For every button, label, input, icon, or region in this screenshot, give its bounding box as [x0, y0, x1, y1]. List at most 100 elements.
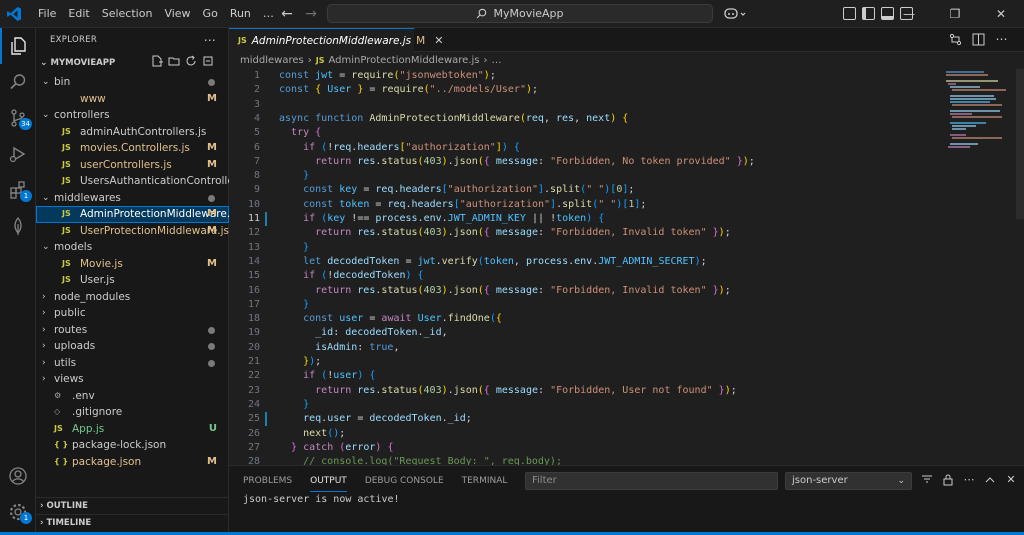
git-status-badge: M	[207, 208, 217, 219]
code-line: 7 return res.status(403).json({ message:…	[229, 155, 919, 169]
tree-folder[interactable]: › uploads	[36, 338, 229, 355]
code-line: 23 return res.status(403).json({ message…	[229, 384, 919, 398]
tree-file[interactable]: JS App.js U	[36, 421, 229, 438]
window-controls: — ❐ ✕	[886, 0, 1024, 28]
line-number: 11	[247, 213, 260, 224]
menu-item-selection[interactable]: Selection	[96, 0, 159, 28]
code-text: return res.status(403).json({ message: "…	[315, 227, 731, 239]
new-folder-icon[interactable]	[168, 55, 180, 67]
minimize-icon[interactable]: —	[886, 0, 932, 28]
tree-folder[interactable]: ⌄ models	[36, 239, 229, 256]
lock-scroll-icon[interactable]	[942, 474, 954, 486]
line-number: 25	[247, 413, 260, 425]
tab-admin-protection-middleware[interactable]: JS AdminProtectionMiddleware.js M ✕	[229, 28, 443, 52]
tree-file[interactable]: www M	[36, 91, 229, 108]
tree-file[interactable]: JS adminAuthControllers.js	[36, 124, 229, 141]
run-debug-icon[interactable]	[0, 136, 36, 172]
line-number: 26	[247, 427, 260, 439]
javascript-file-icon: JS	[62, 159, 71, 169]
close-tab-icon[interactable]: ✕	[434, 34, 443, 47]
search-view-icon[interactable]	[0, 64, 36, 100]
split-editor-icon[interactable]	[972, 33, 985, 46]
menu-item-go[interactable]: Go	[197, 0, 224, 28]
code-text: isAdmin: true,	[315, 341, 400, 353]
code-text: _id: decodedToken._id,	[315, 327, 448, 339]
back-arrow-icon[interactable]: ←	[279, 6, 295, 22]
tree-file[interactable]: JS UsersAuthanticationController.js	[36, 173, 249, 190]
output-filter-input[interactable]: Filter	[525, 472, 778, 490]
tree-file[interactable]: { } package.json M	[36, 454, 229, 471]
tree-folder[interactable]: ⌄ middlewares	[36, 190, 229, 207]
chevron-right-icon: ›	[42, 357, 46, 368]
code-line: 15 if (!decodedToken) {	[229, 269, 919, 283]
refresh-icon[interactable]	[185, 55, 197, 67]
menu-item-file[interactable]: File	[32, 0, 62, 28]
new-file-icon[interactable]	[151, 55, 163, 67]
restore-icon[interactable]: ❐	[932, 0, 978, 28]
breadcrumb-symbol[interactable]: …	[491, 52, 501, 69]
line-number: 17	[247, 298, 260, 310]
forward-arrow-icon[interactable]: →	[303, 6, 319, 22]
extensions-icon[interactable]: 1	[0, 172, 36, 208]
more-actions-icon[interactable]: ⋯	[204, 28, 216, 52]
tree-file[interactable]: JS userControllers.js M	[36, 157, 229, 174]
code-editor[interactable]: 1 const jwt = require("jsonwebtoken"); 2 co…	[229, 69, 919, 465]
tree-folder[interactable]: › routes	[36, 322, 229, 339]
javascript-file-icon: JS	[62, 143, 71, 152]
accounts-icon[interactable]	[0, 458, 36, 494]
maximize-panel-icon[interactable]	[984, 474, 996, 486]
customize-layout-icon[interactable]	[843, 7, 856, 20]
tree-folder[interactable]: › views	[36, 371, 229, 388]
tree-folder[interactable]: › public	[36, 305, 229, 322]
tree-folder[interactable]: › utils	[36, 355, 229, 372]
output-channel-select[interactable]: json-server ⌄	[785, 472, 912, 490]
collapse-all-icon[interactable]	[202, 55, 214, 67]
more-panel-actions-icon[interactable]: ⋯	[963, 474, 975, 486]
tree-file[interactable]: JS movies.Controllers.js M	[36, 140, 229, 157]
tab-problems[interactable]: PROBLEMS	[243, 474, 292, 492]
tree-file[interactable]: JS UserProtectionMiddleware.js M	[36, 223, 229, 240]
tab-debug-console[interactable]: DEBUG CONSOLE	[365, 474, 444, 492]
tree-file[interactable]: ◇ .gitignore	[36, 404, 229, 421]
menu-item-more[interactable]: …	[257, 0, 280, 28]
tab-terminal[interactable]: TERMINAL	[462, 474, 508, 492]
tab-output[interactable]: OUTPUT	[310, 474, 347, 492]
clear-output-icon[interactable]	[921, 474, 933, 486]
outline-section[interactable]: › OUTLINE	[36, 497, 229, 514]
tree-file[interactable]: JS Movie.js M	[36, 256, 229, 273]
code-line: 11 if (key !== process.env.JWT_ADMIN_KEY…	[229, 212, 919, 226]
manage-gear-icon[interactable]: 1	[0, 494, 36, 530]
tree-folder[interactable]: › node_modules	[36, 289, 229, 306]
menu-item-view[interactable]: View	[158, 0, 196, 28]
tree-folder[interactable]: ⌄ bin	[36, 74, 229, 91]
project-section-header[interactable]: ⌄ MYMOVIEAPP	[36, 52, 228, 74]
close-panel-icon[interactable]: ✕	[1005, 474, 1017, 486]
tree-folder[interactable]: ⌄ controllers	[36, 107, 229, 124]
menu-item-edit[interactable]: Edit	[62, 0, 95, 28]
compare-changes-icon[interactable]	[949, 33, 962, 46]
git-status-badge: M	[207, 92, 217, 104]
breadcrumb-file[interactable]: AdminProtectionMiddleware.js	[328, 52, 479, 69]
code-line: 17 }	[229, 298, 919, 312]
timeline-section[interactable]: › TIMELINE	[36, 514, 229, 531]
toggle-primary-sidebar-icon[interactable]	[862, 7, 875, 20]
menu-item-run[interactable]: Run	[224, 0, 257, 28]
tree-file[interactable]: JS User.js	[36, 272, 229, 289]
copilot-icon[interactable]	[722, 5, 748, 23]
more-editor-actions-icon[interactable]: ⋯	[995, 33, 1008, 46]
tree-file[interactable]: JS AdminProtectionMiddleware.js M	[36, 206, 239, 223]
tree-file[interactable]: ⚙ .env	[36, 388, 229, 405]
minimap[interactable]	[944, 69, 1016, 149]
tree-file[interactable]: { } package-lock.json	[36, 437, 229, 454]
explorer-icon[interactable]	[0, 28, 36, 64]
breadcrumb-folder[interactable]: middlewares	[240, 52, 304, 69]
code-text: const { User } = require("../models/User…	[279, 84, 539, 96]
code-line: 25 req.user = decodedToken._id;	[229, 412, 919, 426]
close-window-icon[interactable]: ✕	[978, 0, 1024, 28]
editor-scrollbar[interactable]	[1016, 69, 1024, 219]
vscode-logo-icon	[7, 7, 21, 21]
source-control-icon[interactable]: 34	[0, 100, 36, 136]
mongodb-leaf-icon[interactable]	[0, 208, 36, 244]
command-center-search[interactable]: MyMovieApp	[327, 4, 713, 23]
code-text: if (!user) {	[303, 370, 376, 382]
